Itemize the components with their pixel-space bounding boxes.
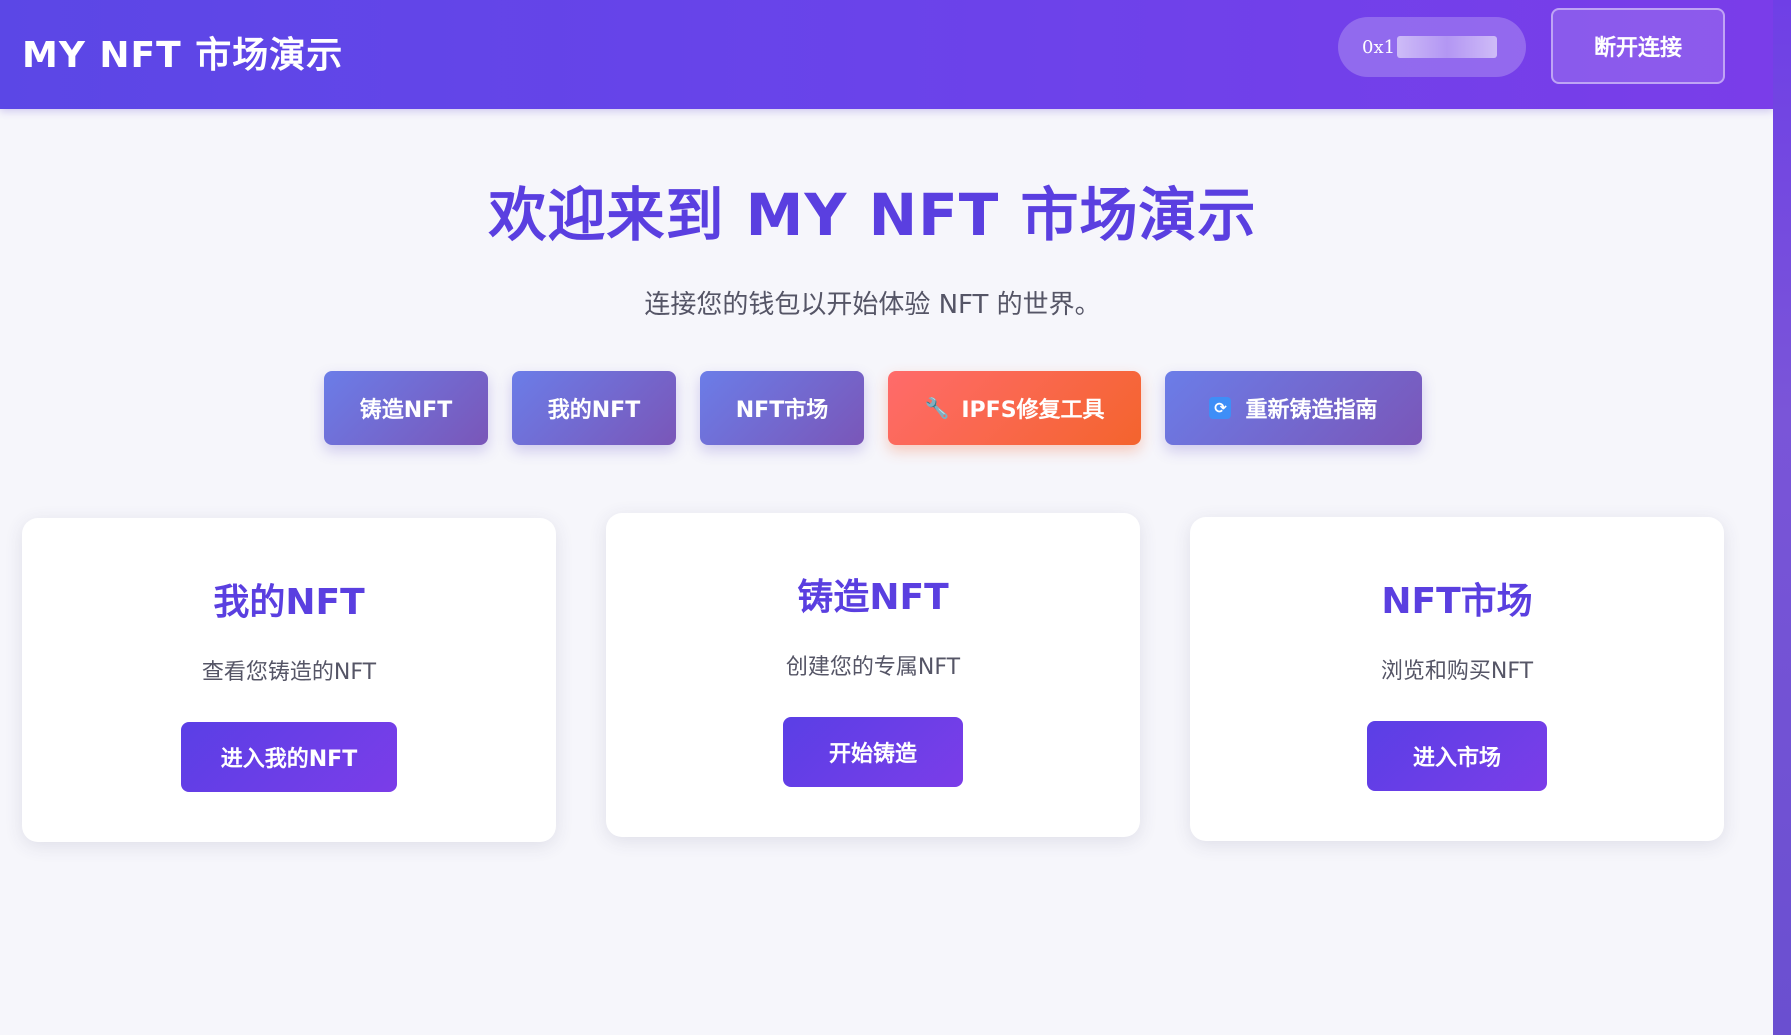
remint-guide-label: 重新铸造指南	[1245, 398, 1378, 423]
disconnect-button[interactable]: 断开连接	[1551, 8, 1725, 84]
wallet-address-pill[interactable]: 0x1	[1338, 17, 1526, 77]
remint-guide-button[interactable]: ⟳ 重新铸造指南	[1165, 371, 1422, 445]
start-minting-button[interactable]: 开始铸造	[783, 717, 963, 787]
hero-title: 欢迎来到 MY NFT 市场演示	[488, 181, 1257, 249]
enter-my-nft-button[interactable]: 进入我的NFT	[181, 722, 397, 792]
card-description: 创建您的专属NFT	[785, 655, 961, 680]
my-nft-button-label: 我的NFT	[547, 398, 641, 423]
enter-market-button[interactable]: 进入市场	[1367, 721, 1547, 791]
refresh-icon: ⟳	[1209, 397, 1232, 419]
nft-market-button-label: NFT市场	[735, 398, 829, 423]
hero-subtitle: 连接您的钱包以开始体验 NFT 的世界。	[644, 290, 1101, 320]
card-my-nft: 我的NFT 查看您铸造的NFT 进入我的NFT	[22, 518, 556, 842]
wallet-address-redacted	[1397, 36, 1498, 58]
window-scrollbar[interactable]	[1773, 0, 1791, 1035]
card-title: 我的NFT	[213, 582, 365, 623]
top-navbar: MY NFT 市场演示 0x1 断开连接	[0, 0, 1773, 109]
wrench-icon: 🔧	[924, 396, 950, 420]
card-description: 查看您铸造的NFT	[201, 660, 377, 685]
card-description: 浏览和购买NFT	[1380, 659, 1534, 684]
card-title: 铸造NFT	[797, 577, 949, 618]
wallet-address-text: 0x1	[1362, 36, 1396, 58]
my-nft-button[interactable]: 我的NFT	[512, 371, 676, 445]
card-mint-nft: 铸造NFT 创建您的专属NFT 开始铸造	[606, 513, 1140, 837]
ipfs-repair-tool-button[interactable]: 🔧 IPFS修复工具	[888, 371, 1141, 445]
card-nft-market: NFT市场 浏览和购买NFT 进入市场	[1190, 517, 1724, 841]
mint-nft-button-label: 铸造NFT	[359, 398, 453, 423]
mint-nft-button[interactable]: 铸造NFT	[324, 371, 488, 445]
brand-title[interactable]: MY NFT 市场演示	[22, 26, 343, 78]
ipfs-repair-tool-label: IPFS修复工具	[961, 398, 1105, 423]
card-title: NFT市场	[1381, 581, 1533, 622]
page: MY NFT 市场演示 0x1 断开连接 欢迎来到 MY NFT 市场演示 连接…	[0, 0, 1773, 1035]
nft-market-button[interactable]: NFT市场	[700, 371, 864, 445]
